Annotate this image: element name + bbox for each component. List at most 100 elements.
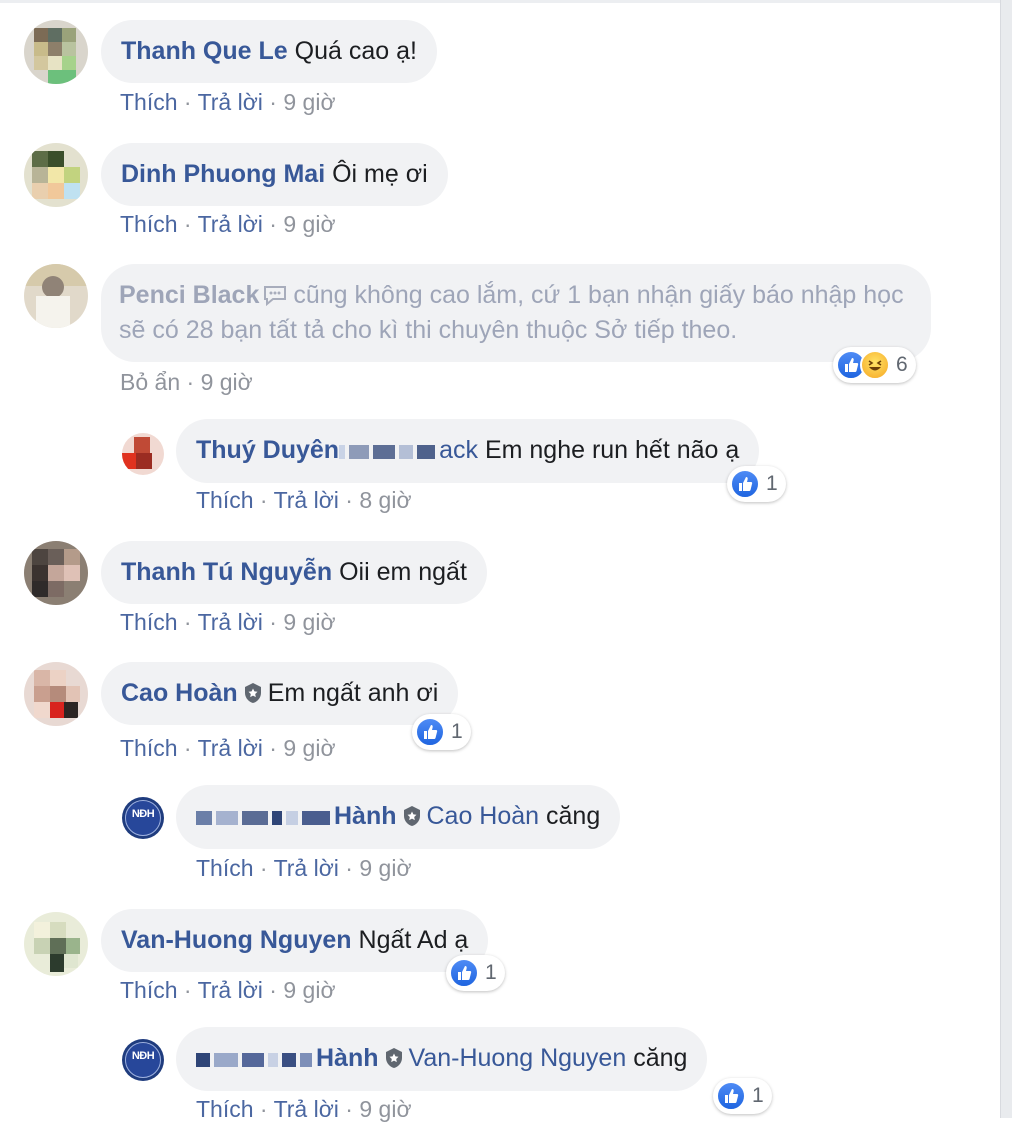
comment-actions: Bỏ ẩn · 9 giờ — [120, 369, 253, 396]
separator: · — [177, 735, 198, 761]
commenter-name[interactable]: Van-Huong Nguyen — [121, 926, 352, 954]
timestamp[interactable]: 9 giờ — [359, 855, 411, 881]
avatar[interactable] — [24, 143, 88, 207]
separator: · — [338, 1096, 360, 1122]
timestamp[interactable]: 9 giờ — [283, 609, 335, 635]
reply-link[interactable]: Trả lời — [198, 609, 263, 635]
avatar[interactable] — [24, 541, 88, 605]
page-avatar[interactable]: NĐH — [122, 1039, 164, 1081]
comment-text: căng — [546, 802, 601, 830]
reply-actions: Thích · Trả lời · 9 giờ — [196, 1096, 412, 1123]
comment-bubble: Van-Huong Nguyen Ngất Ad ạ — [101, 909, 489, 972]
reply-link[interactable]: Trả lời — [198, 89, 263, 115]
top-divider — [0, 0, 1000, 3]
reaction-summary[interactable]: 1 — [727, 466, 786, 502]
reply-actions: Thích · Trả lời · 8 giờ — [196, 487, 412, 514]
reaction-count: 1 — [766, 472, 778, 495]
like-link[interactable]: Thích — [120, 977, 178, 1003]
pixelated-name — [196, 1042, 316, 1077]
separator: · — [262, 977, 284, 1003]
pixelated-name — [196, 800, 334, 835]
comment-bubble: Penci Black cũng không cao lắm, cứ 1 bạn … — [101, 264, 931, 362]
comment-actions: Thích · Trả lời · 9 giờ — [120, 735, 336, 762]
page-avatar[interactable]: NĐH — [122, 797, 164, 839]
commenter-name[interactable]: Thanh Tú Nguyễn — [121, 558, 332, 586]
commenter-name[interactable]: Thuý Duyên — [196, 436, 339, 464]
scrollbar[interactable] — [1000, 0, 1012, 1118]
separator: · — [262, 735, 284, 761]
avatar[interactable] — [24, 20, 88, 84]
like-link[interactable]: Thích — [196, 487, 254, 513]
timestamp[interactable]: 9 giờ — [283, 735, 335, 761]
separator: · — [338, 487, 360, 513]
separator: · — [177, 89, 198, 115]
reply-link[interactable]: Trả lời — [198, 735, 263, 761]
verified-badge-icon — [385, 1048, 402, 1068]
reaction-summary[interactable]: 1 — [446, 955, 505, 991]
reaction-summary[interactable]: 1 — [713, 1078, 772, 1114]
comment-text: Ôi mẹ ơi — [332, 160, 428, 188]
like-icon — [415, 717, 445, 747]
timestamp[interactable]: 9 giờ — [283, 211, 335, 237]
like-icon — [716, 1081, 746, 1111]
reply-link[interactable]: Trả lời — [198, 977, 263, 1003]
like-link[interactable]: Thích — [120, 735, 178, 761]
reply-bubble: Thuý Duyên ack Em nghe run hết não ạ — [176, 419, 760, 483]
commenter-name[interactable]: Thanh Que Le — [121, 37, 288, 65]
mention-link[interactable]: Van-Huong Nguyen — [409, 1044, 627, 1072]
commenter-name[interactable]: Penci Black — [119, 281, 259, 309]
comment-text: Em ngất anh ơi — [267, 679, 439, 707]
comment-text: Quá cao ạ! — [294, 37, 417, 65]
separator: · — [253, 487, 274, 513]
verified-badge-icon — [244, 683, 261, 703]
page-avatar-label: NĐH — [131, 1050, 155, 1062]
timestamp[interactable]: 8 giờ — [359, 487, 411, 513]
like-icon — [730, 469, 760, 499]
avatar[interactable] — [24, 912, 88, 976]
mention-link[interactable]: Cao Hoàn — [427, 802, 540, 830]
verified-badge-icon — [403, 806, 420, 826]
avatar[interactable] — [24, 662, 88, 726]
haha-icon — [860, 350, 890, 380]
reaction-summary[interactable]: 6 — [833, 347, 916, 383]
reaction-count: 1 — [752, 1084, 764, 1107]
like-link[interactable]: Thích — [120, 609, 178, 635]
separator: · — [253, 1096, 274, 1122]
page-avatar-label: NĐH — [131, 808, 155, 820]
like-icon — [449, 958, 479, 988]
reply-link[interactable]: Trả lời — [274, 1096, 339, 1122]
reply-link[interactable]: Trả lời — [274, 855, 339, 881]
mention-link[interactable]: ack — [439, 436, 478, 464]
separator: · — [262, 211, 284, 237]
separator: · — [177, 977, 198, 1003]
comment-bubble: Thanh Que Le Quá cao ạ! — [101, 20, 437, 83]
avatar[interactable] — [24, 264, 88, 328]
reply-link[interactable]: Trả lời — [198, 211, 263, 237]
reaction-count: 1 — [451, 720, 463, 743]
reaction-summary[interactable]: 1 — [412, 714, 471, 750]
separator: · — [338, 855, 360, 881]
commenter-name[interactable]: Dinh Phuong Mai — [121, 160, 325, 188]
comment-bubble: Thanh Tú Nguyễn Oii em ngất — [101, 541, 487, 604]
unhide-link[interactable]: Bỏ ẩn — [120, 369, 180, 395]
timestamp[interactable]: 9 giờ — [283, 977, 335, 1003]
timestamp[interactable]: 9 giờ — [201, 369, 253, 395]
commenter-name[interactable]: Hành — [316, 1044, 379, 1072]
timestamp[interactable]: 9 giờ — [359, 1096, 411, 1122]
separator: · — [262, 89, 284, 115]
like-link[interactable]: Thích — [196, 1096, 254, 1122]
commenter-name[interactable]: Hành — [334, 802, 397, 830]
like-link[interactable]: Thích — [120, 211, 178, 237]
comment-actions: Thích · Trả lời · 9 giờ — [120, 211, 336, 238]
like-link[interactable]: Thích — [196, 855, 254, 881]
like-link[interactable]: Thích — [120, 89, 178, 115]
comment-bubble: Cao Hoàn Em ngất anh ơi — [101, 662, 459, 725]
pixelated-name — [339, 434, 439, 469]
comment-text: Em nghe run hết não ạ — [484, 436, 740, 464]
commenter-name[interactable]: Cao Hoàn — [121, 679, 238, 707]
comment-text: Ngất Ad ạ — [358, 926, 469, 954]
separator: · — [180, 369, 201, 395]
reply-link[interactable]: Trả lời — [274, 487, 339, 513]
timestamp[interactable]: 9 giờ — [283, 89, 335, 115]
avatar[interactable] — [122, 433, 164, 475]
